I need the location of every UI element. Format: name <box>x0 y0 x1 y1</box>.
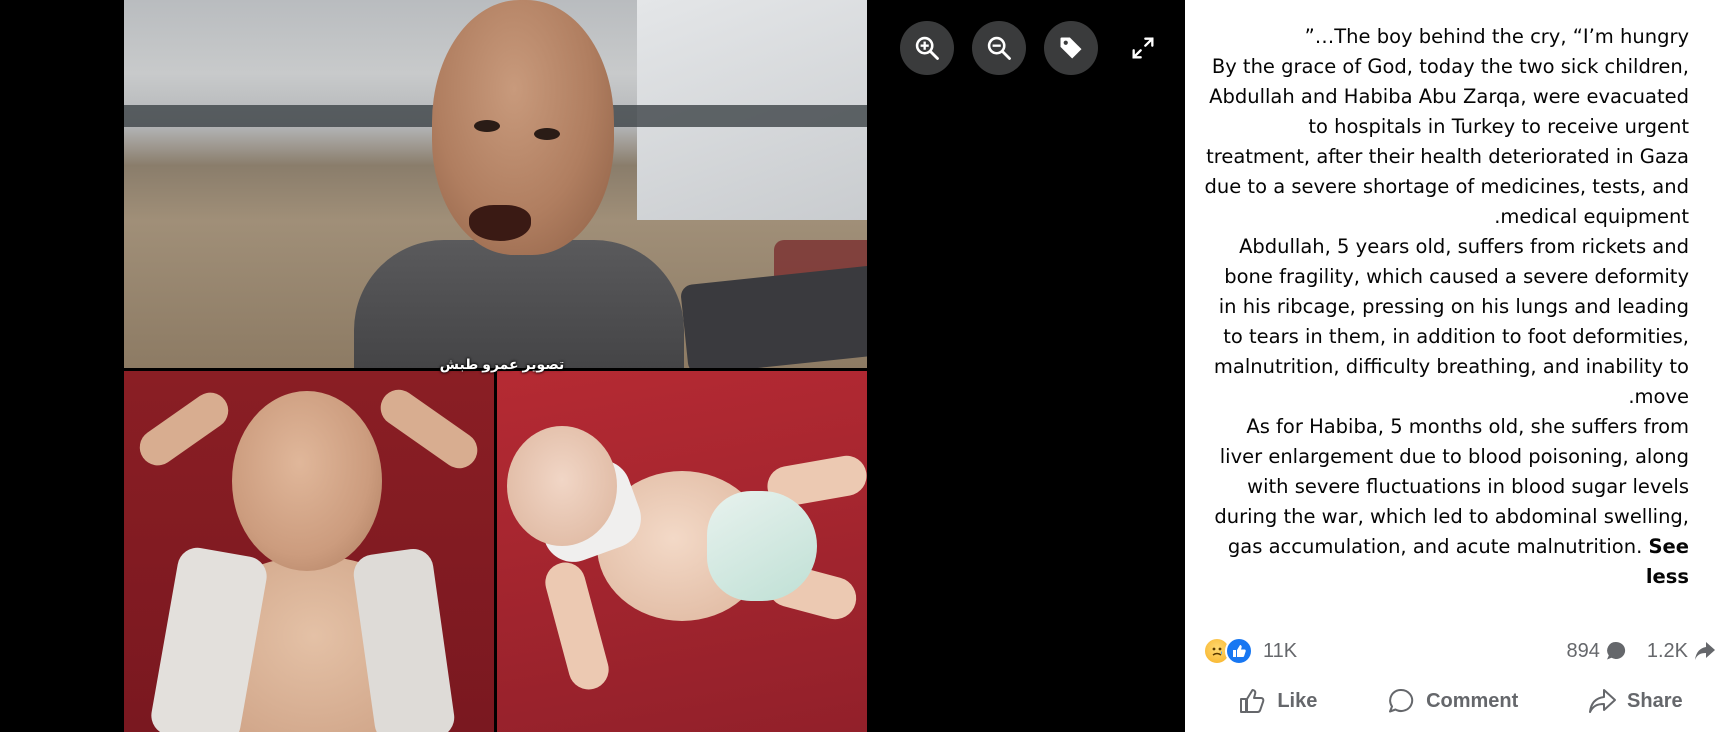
photo-viewer: تصوير عمرو طبش <box>0 0 1185 732</box>
comment-label: Comment <box>1426 689 1519 712</box>
share-label: Share <box>1627 689 1683 712</box>
like-icon <box>1240 689 1265 713</box>
post-paragraph: By the grace of God, today the two sick … <box>1204 55 1690 228</box>
like-label: Like <box>1277 689 1318 712</box>
reactions-summary[interactable]: 11K <box>1203 637 1297 665</box>
zoom-out-icon <box>987 36 1011 60</box>
comment-button[interactable]: Comment <box>1376 682 1528 720</box>
like-reaction-icon <box>1225 637 1253 665</box>
photo-credit-caption: تصوير عمرو طبش <box>439 356 565 372</box>
post-paragraph: The boy behind the cry, “I’m hungry…” <box>1304 25 1689 48</box>
photo-boy-lying[interactable] <box>124 371 494 732</box>
comments-count: 894 <box>1566 639 1600 662</box>
zoom-in-icon <box>915 36 939 60</box>
shares-count-link[interactable]: 1.2K <box>1647 640 1717 663</box>
post-stats: 11K 894 1.2K <box>1203 634 1717 668</box>
expand-icon <box>1132 37 1154 59</box>
shares-count: 1.2K <box>1646 639 1688 662</box>
photo-collage[interactable]: تصوير عمرو طبش <box>124 0 867 732</box>
like-button[interactable]: Like <box>1227 682 1327 720</box>
post-text: The boy behind the cry, “I’m hungry…” By… <box>1203 22 1690 592</box>
tag-icon <box>1060 37 1082 59</box>
post-paragraph: As for Habiba, 5 months old, she suffers… <box>1203 412 1689 592</box>
share-arrow-icon <box>1695 642 1715 660</box>
fullscreen-button[interactable] <box>1116 21 1170 75</box>
share-icon <box>1589 689 1617 713</box>
comments-count-link[interactable]: 894 <box>1566 640 1626 663</box>
photo-crying-boy[interactable] <box>124 0 867 368</box>
zoom-out-button[interactable] <box>972 21 1026 75</box>
share-button[interactable]: Share <box>1577 682 1693 720</box>
comment-bubble-icon <box>1606 641 1625 660</box>
post-panel: The boy behind the cry, “I’m hungry…” By… <box>1185 0 1725 732</box>
photo-baby-lying[interactable] <box>497 371 867 732</box>
post-actions: Like Comment Share <box>1203 680 1717 722</box>
post-paragraph: Abdullah, 5 years old, suffers from rick… <box>1213 235 1689 408</box>
see-less-link[interactable]: See less <box>1646 535 1689 588</box>
post-paragraph-text: As for Habiba, 5 months old, she suffers… <box>1214 415 1689 558</box>
comment-icon <box>1389 688 1414 713</box>
zoom-in-button[interactable] <box>900 21 954 75</box>
tag-photo-button[interactable] <box>1044 21 1098 75</box>
reactions-count: 11K <box>1263 639 1298 662</box>
